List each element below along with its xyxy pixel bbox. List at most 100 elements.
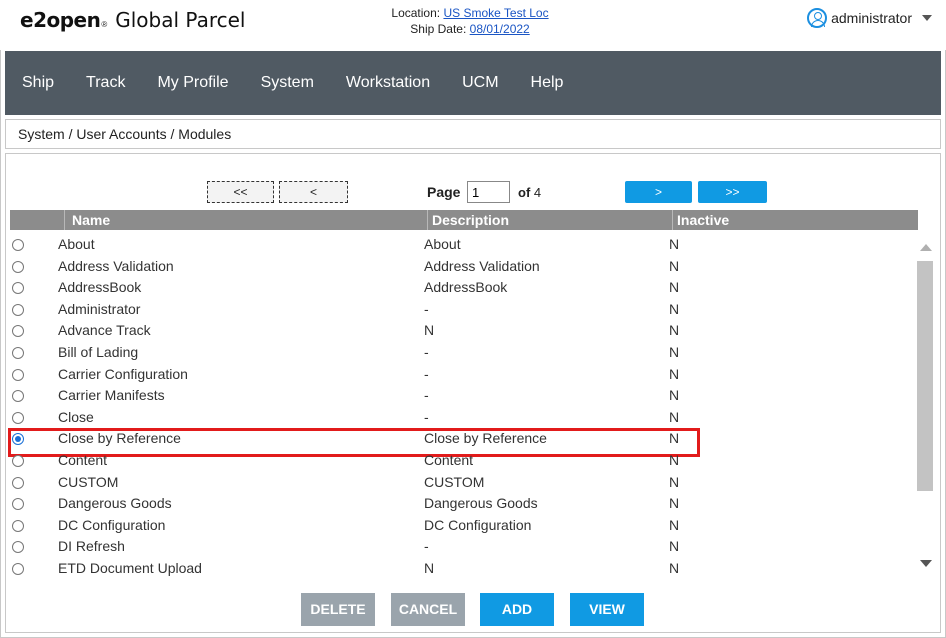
scroll-thumb[interactable] xyxy=(917,261,933,491)
app-header: e2open ® Global Parcel Location: US Smoke… xyxy=(0,0,946,50)
nav-item-ucm[interactable]: UCM xyxy=(462,74,498,92)
location-label: Location: xyxy=(391,6,441,20)
product-name: Global Parcel xyxy=(115,8,246,32)
user-menu[interactable]: administrator xyxy=(807,8,932,28)
ship-date-link[interactable]: 08/01/2022 xyxy=(470,22,530,36)
table-row[interactable]: Bill of Lading - N xyxy=(6,342,914,364)
prev-page-button[interactable]: < xyxy=(279,181,348,203)
cell-inactive: N xyxy=(669,495,680,512)
row-select-radio[interactable] xyxy=(12,541,24,554)
table-row[interactable]: CUSTOM CUSTOM N xyxy=(6,472,914,494)
table-row[interactable]: ETD Document Upload N N xyxy=(6,558,914,580)
cell-inactive: N xyxy=(669,538,680,555)
row-select-radio[interactable] xyxy=(12,239,24,251)
row-select-radio[interactable] xyxy=(12,346,24,359)
page-of-label: of 4 xyxy=(518,185,541,200)
table-header: Name Description Inactive xyxy=(10,210,918,230)
row-select-radio[interactable] xyxy=(12,390,24,403)
row-select-radio[interactable] xyxy=(12,519,24,532)
table-row[interactable]: AddressBook AddressBook N xyxy=(6,277,914,299)
cell-description: Dangerous Goods xyxy=(424,495,538,512)
nav-item-workstation[interactable]: Workstation xyxy=(346,74,430,92)
view-button[interactable]: VIEW xyxy=(570,593,644,626)
table-row[interactable]: Close - N xyxy=(6,407,914,429)
cell-name: AddressBook xyxy=(58,279,142,296)
cancel-button[interactable]: CANCEL xyxy=(391,593,465,626)
table-row[interactable]: Address Validation Address Validation N xyxy=(6,256,914,278)
vertical-scrollbar[interactable] xyxy=(915,234,935,582)
row-select-radio[interactable] xyxy=(12,260,24,273)
table-row[interactable]: Carrier Manifests - N xyxy=(6,385,914,407)
cell-inactive: N xyxy=(669,408,680,425)
first-page-button[interactable]: << xyxy=(207,181,274,203)
ship-date-label: Ship Date: xyxy=(410,22,467,36)
cell-name: About xyxy=(58,236,95,252)
nav-item-system[interactable]: System xyxy=(261,74,314,92)
cell-inactive: N xyxy=(669,473,680,490)
column-divider xyxy=(672,210,673,230)
nav-item-track[interactable]: Track xyxy=(86,74,125,92)
row-select-radio[interactable] xyxy=(12,303,24,316)
cell-inactive: N xyxy=(669,236,680,252)
brand-logo: e2open xyxy=(20,8,101,32)
cell-description: AddressBook xyxy=(424,279,508,296)
column-header-name[interactable]: Name xyxy=(72,212,110,228)
nav-item-my-profile[interactable]: My Profile xyxy=(157,74,228,92)
table-row[interactable]: Content Content N xyxy=(6,450,914,472)
nav-item-ship[interactable]: Ship xyxy=(22,74,54,92)
cell-inactive: N xyxy=(669,343,680,360)
cell-inactive: N xyxy=(669,451,680,468)
nav-item-help[interactable]: Help xyxy=(531,74,564,92)
cell-inactive: N xyxy=(669,300,680,317)
cell-description: Close by Reference xyxy=(424,430,547,447)
column-divider xyxy=(427,210,428,230)
cell-name: Bill of Lading xyxy=(58,343,139,360)
row-select-radio[interactable] xyxy=(12,476,24,489)
row-select-radio[interactable] xyxy=(12,562,24,575)
breadcrumb: System / User Accounts / Modules xyxy=(5,119,941,149)
row-select-radio[interactable] xyxy=(12,498,24,511)
table-row[interactable]: DC Configuration DC Configuration N xyxy=(6,515,914,537)
add-button[interactable]: ADD xyxy=(480,593,554,626)
cell-name: Carrier Manifests xyxy=(58,387,165,404)
scroll-down-icon[interactable] xyxy=(920,560,932,567)
table-row[interactable]: DI Refresh - N xyxy=(6,536,914,558)
chevron-down-icon[interactable] xyxy=(922,15,932,21)
table-row[interactable]: Advance Track N N xyxy=(6,320,914,342)
cell-inactive: N xyxy=(669,559,680,576)
row-select-radio[interactable] xyxy=(12,325,24,338)
scroll-up-icon[interactable] xyxy=(920,244,932,251)
cell-name: DC Configuration xyxy=(58,516,166,533)
table-row[interactable]: Close by Reference Close by Reference N xyxy=(6,428,914,457)
cell-name: Dangerous Goods xyxy=(58,495,172,512)
cell-description: N xyxy=(424,322,435,339)
table-row[interactable]: About About N xyxy=(6,234,914,256)
column-header-description[interactable]: Description xyxy=(432,212,509,228)
cell-description: CUSTOM xyxy=(424,473,485,490)
row-select-radio[interactable] xyxy=(12,282,24,295)
row-select-radio[interactable] xyxy=(12,433,24,446)
cell-name: CUSTOM xyxy=(58,473,119,490)
cell-inactive: N xyxy=(669,279,680,296)
page-number-input[interactable] xyxy=(467,181,510,203)
table-row[interactable]: Administrator - N xyxy=(6,299,914,321)
column-divider xyxy=(64,210,65,230)
table-row[interactable]: Carrier Configuration - N xyxy=(6,364,914,386)
row-select-radio[interactable] xyxy=(12,368,24,381)
user-circle-icon xyxy=(807,8,828,28)
cell-name: Advance Track xyxy=(58,322,151,339)
location-link[interactable]: US Smoke Test Loc xyxy=(443,6,548,20)
table-row[interactable]: Dangerous Goods Dangerous Goods N xyxy=(6,493,914,515)
cell-name: Close by Reference xyxy=(58,430,181,447)
cell-description: N xyxy=(424,559,435,576)
trademark-mark: ® xyxy=(101,20,108,29)
last-page-button[interactable]: >> xyxy=(698,181,767,203)
app-logo: e2open ® Global Parcel xyxy=(20,8,245,38)
main-nav: Ship Track My Profile System Workstation… xyxy=(5,51,941,115)
next-page-button[interactable]: > xyxy=(625,181,692,203)
row-select-radio[interactable] xyxy=(12,411,24,424)
column-header-inactive[interactable]: Inactive xyxy=(677,212,729,228)
delete-button[interactable]: DELETE xyxy=(301,593,375,626)
cell-name: Administrator xyxy=(58,300,141,317)
row-select-radio[interactable] xyxy=(12,454,24,467)
